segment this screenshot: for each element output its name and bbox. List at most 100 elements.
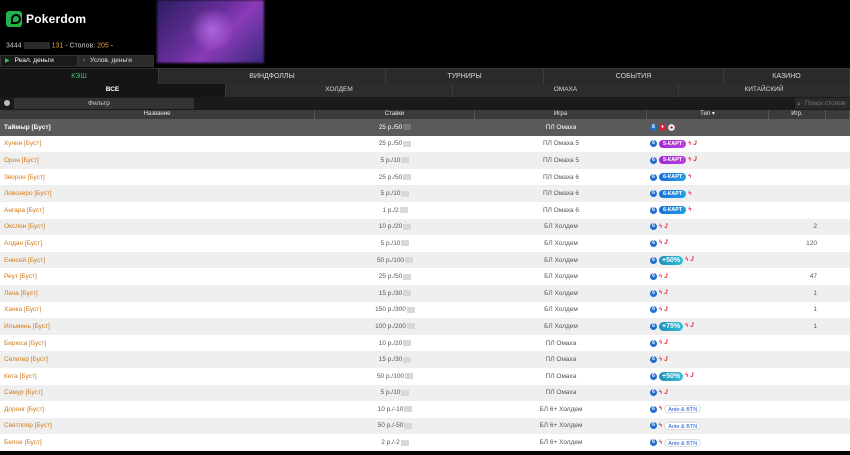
players-count: 2 xyxy=(813,223,817,231)
tab-omaha[interactable]: ОМАХА xyxy=(453,84,679,97)
tab-holdem[interactable]: ХОЛДЕМ xyxy=(226,84,453,97)
column-type[interactable]: Тип ▾ xyxy=(647,110,769,119)
money-mode-tabs: ▶ Реал. деньги › Услов. деньги xyxy=(0,55,154,67)
players-count xyxy=(769,385,826,402)
players-count xyxy=(769,152,826,169)
table-row[interactable]: Кета [Буст] 50 р./100 ПЛ Омаха 6 +50% ϟ J xyxy=(0,367,850,385)
tables-suffix: - xyxy=(110,42,114,50)
game-type: БЛ 6+ Холдем xyxy=(539,439,583,447)
table-row[interactable]: Хунин [Буст] 25 р./50 ПЛ Омаха 5 6 5-КАРТ ϟ J xyxy=(0,135,850,153)
play-money-tab[interactable]: › Услов. деньги xyxy=(78,55,154,67)
type-icons: 6 +50% ϟ J xyxy=(647,368,769,385)
type-icons: 6ϟJ xyxy=(647,385,769,402)
stakes-cell: 100 р./200 xyxy=(315,318,475,335)
stakes-cell: 25 р./50 xyxy=(315,268,475,285)
table-row[interactable]: Доронг [Буст] 10 р./-10 БЛ 6+ Холдем 6 ϟ Ante… xyxy=(0,401,850,418)
table-row[interactable]: Окслон [Буст] 10 р./20 БЛ Холдем 6 ϟ J 2 xyxy=(0,218,850,236)
stakes-value: 10 р./-10 xyxy=(377,405,404,413)
column-game[interactable]: Игра xyxy=(475,110,647,119)
jackpot-icon: J xyxy=(690,323,694,330)
table-row[interactable]: Самур [Буст] 5 р./10 ПЛ Омаха 6 ϟ J xyxy=(0,384,850,402)
card-count-badge: 5-КАРТ xyxy=(659,139,687,148)
tab-all[interactable]: ВСЕ xyxy=(0,84,226,97)
jackpot-icon: J xyxy=(690,257,694,264)
table-row[interactable]: Белое [Буст] 2 р./-2 БЛ 6+ Холдем 6 ϟ Ante & … xyxy=(0,434,850,451)
filter-button[interactable]: Фильтр xyxy=(14,98,194,109)
table-row[interactable]: Светлояр [Буст] 50 р./-50 БЛ 6+ Холдем 6 ϟ An… xyxy=(0,417,850,435)
account-info: 3444 131 - Столов: 205 - xyxy=(6,42,113,49)
jackpot-icon: J xyxy=(664,340,668,347)
column-stakes[interactable]: Ставки xyxy=(315,110,475,119)
type-icons: 6 5-КАРТ ϟ J xyxy=(647,152,769,169)
table-name: Самур [Буст] xyxy=(4,389,43,397)
six-max-icon: 6 xyxy=(650,322,657,330)
players-count xyxy=(769,169,826,186)
table-row[interactable]: Алдан [Буст] 5 р./10 БЛ Холдем 6 ϟ J 120 xyxy=(0,235,850,252)
search-input[interactable] xyxy=(805,100,849,107)
stakes-value: 15 р./30 xyxy=(378,289,403,297)
table-name: Ильмень [Буст] xyxy=(4,322,50,330)
type-icons: 6 ϟ Ante & BTN xyxy=(647,401,769,418)
stakes-value: 2 р./-2 xyxy=(381,439,400,447)
table-name: Кета [Буст] xyxy=(4,372,37,380)
tab-chinese[interactable]: КИТАЙСКИЙ xyxy=(679,84,850,97)
jackpot-icon: J xyxy=(664,356,668,363)
chevron-right-icon: › xyxy=(83,58,85,64)
table-row[interactable]: Енисей [Буст] 50 р./100 БЛ Холдем 6 +50% ϟ J xyxy=(0,251,850,269)
tab-events[interactable]: СОБЫТИЯ xyxy=(544,69,724,85)
tab-windfalls[interactable]: ВИНДФОЛЛЫ xyxy=(159,69,386,85)
table-name: Светлояр [Буст] xyxy=(4,422,52,430)
card-count-badge: 6-КАРТ xyxy=(659,189,687,198)
table-row[interactable]: Селигер [Буст] 15 р./30 ПЛ Омаха 6 ϟ J xyxy=(0,351,850,368)
stakes-value: 5 р./10 xyxy=(380,389,401,397)
jackpot-icon: ♣ xyxy=(668,123,675,131)
bonus-badge: +50% xyxy=(659,255,684,265)
jackpot-icon: J xyxy=(693,157,697,164)
column-players[interactable]: Игр. xyxy=(769,110,826,119)
tab-tournaments[interactable]: ТУРНИРЫ xyxy=(386,69,544,85)
redacted-block xyxy=(403,340,412,347)
players-count xyxy=(769,119,826,136)
lightning-icon: ϟ xyxy=(659,240,663,247)
stakes-value: 150 р./300 xyxy=(375,306,406,314)
real-money-tab[interactable]: ▶ Реал. деньги xyxy=(0,55,78,67)
pokerdom-logo[interactable]: Pokerdom xyxy=(6,10,86,28)
tab-cash[interactable]: КЭШ xyxy=(0,69,159,85)
lightning-icon: ϟ xyxy=(659,389,663,396)
search-box[interactable]: ⌕ xyxy=(795,98,850,109)
six-max-icon: 6 xyxy=(650,206,657,214)
table-row[interactable]: Ловозеро [Буст] 5 р./10 ПЛ Омаха 6 6 6-КАРТ ϟ xyxy=(0,185,850,202)
table-row[interactable]: Зворон [Буст] 25 р./50 ПЛ Омаха 6 6 6-КАРТ ϟ xyxy=(0,168,850,186)
table-row[interactable]: Ханка [Буст] 150 р./300 БЛ Холдем 6 ϟ J 1 xyxy=(0,301,850,319)
table-row[interactable]: Ильмень [Буст] 100 р./200 БЛ Холдем 6 +75% ϟ J… xyxy=(0,318,850,335)
redacted-block xyxy=(401,190,410,197)
table-row[interactable]: Лача [Буст] 15 р./30 БЛ Холдем 6 ϟ J 1 xyxy=(0,284,850,302)
table-row[interactable]: Ангара [Буст] 1 р./2 ПЛ Омаха 6 6 6-КАРТ ϟ xyxy=(0,201,850,219)
lightning-icon: ϟ xyxy=(688,140,692,147)
six-max-icon: 6 xyxy=(650,273,657,281)
table-row[interactable]: Реут [Буст] 25 р./50 БЛ Холдем 6 ϟ J 47 xyxy=(0,268,850,285)
players-count xyxy=(769,434,826,451)
filter-toggle-icon[interactable] xyxy=(4,100,10,106)
stakes-value: 25 р./50 xyxy=(378,273,403,281)
stakes-cell: 15 р./30 xyxy=(315,351,475,368)
redacted-block xyxy=(406,323,415,330)
table-row[interactable]: Бирюса [Буст] 10 р./20 ПЛ Омаха 6 ϟ J xyxy=(0,334,850,352)
jackpot-icon: J xyxy=(664,273,668,280)
game-type: БЛ Холдем xyxy=(544,289,578,297)
game-type: ПЛ Омаха xyxy=(545,389,577,397)
six-max-icon: 6 xyxy=(650,339,657,347)
promo-banner[interactable] xyxy=(157,0,264,63)
game-type: ПЛ Омаха xyxy=(545,356,577,364)
lightning-icon: ϟ xyxy=(688,174,692,181)
column-name[interactable]: Название xyxy=(0,110,315,119)
filter-bar: Фильтр ⌕ xyxy=(0,97,850,110)
stakes-value: 5 р./10 xyxy=(380,239,401,247)
tab-casino[interactable]: КАЗИНО xyxy=(724,69,850,85)
stakes-value: 100 р./200 xyxy=(375,322,406,330)
six-max-icon: 6 xyxy=(650,306,657,314)
table-row[interactable]: Таймыр [Буст] 25 р./50 ПЛ Омаха 6 ♦ ♣ xyxy=(0,119,850,136)
table-row[interactable]: Орон [Буст] 5 р./10 ПЛ Омаха 5 6 5-КАРТ ϟ J xyxy=(0,152,850,169)
ante-btn-badge: Ante & BTN xyxy=(664,438,702,447)
card-count-badge: 6-КАРТ xyxy=(659,206,687,215)
